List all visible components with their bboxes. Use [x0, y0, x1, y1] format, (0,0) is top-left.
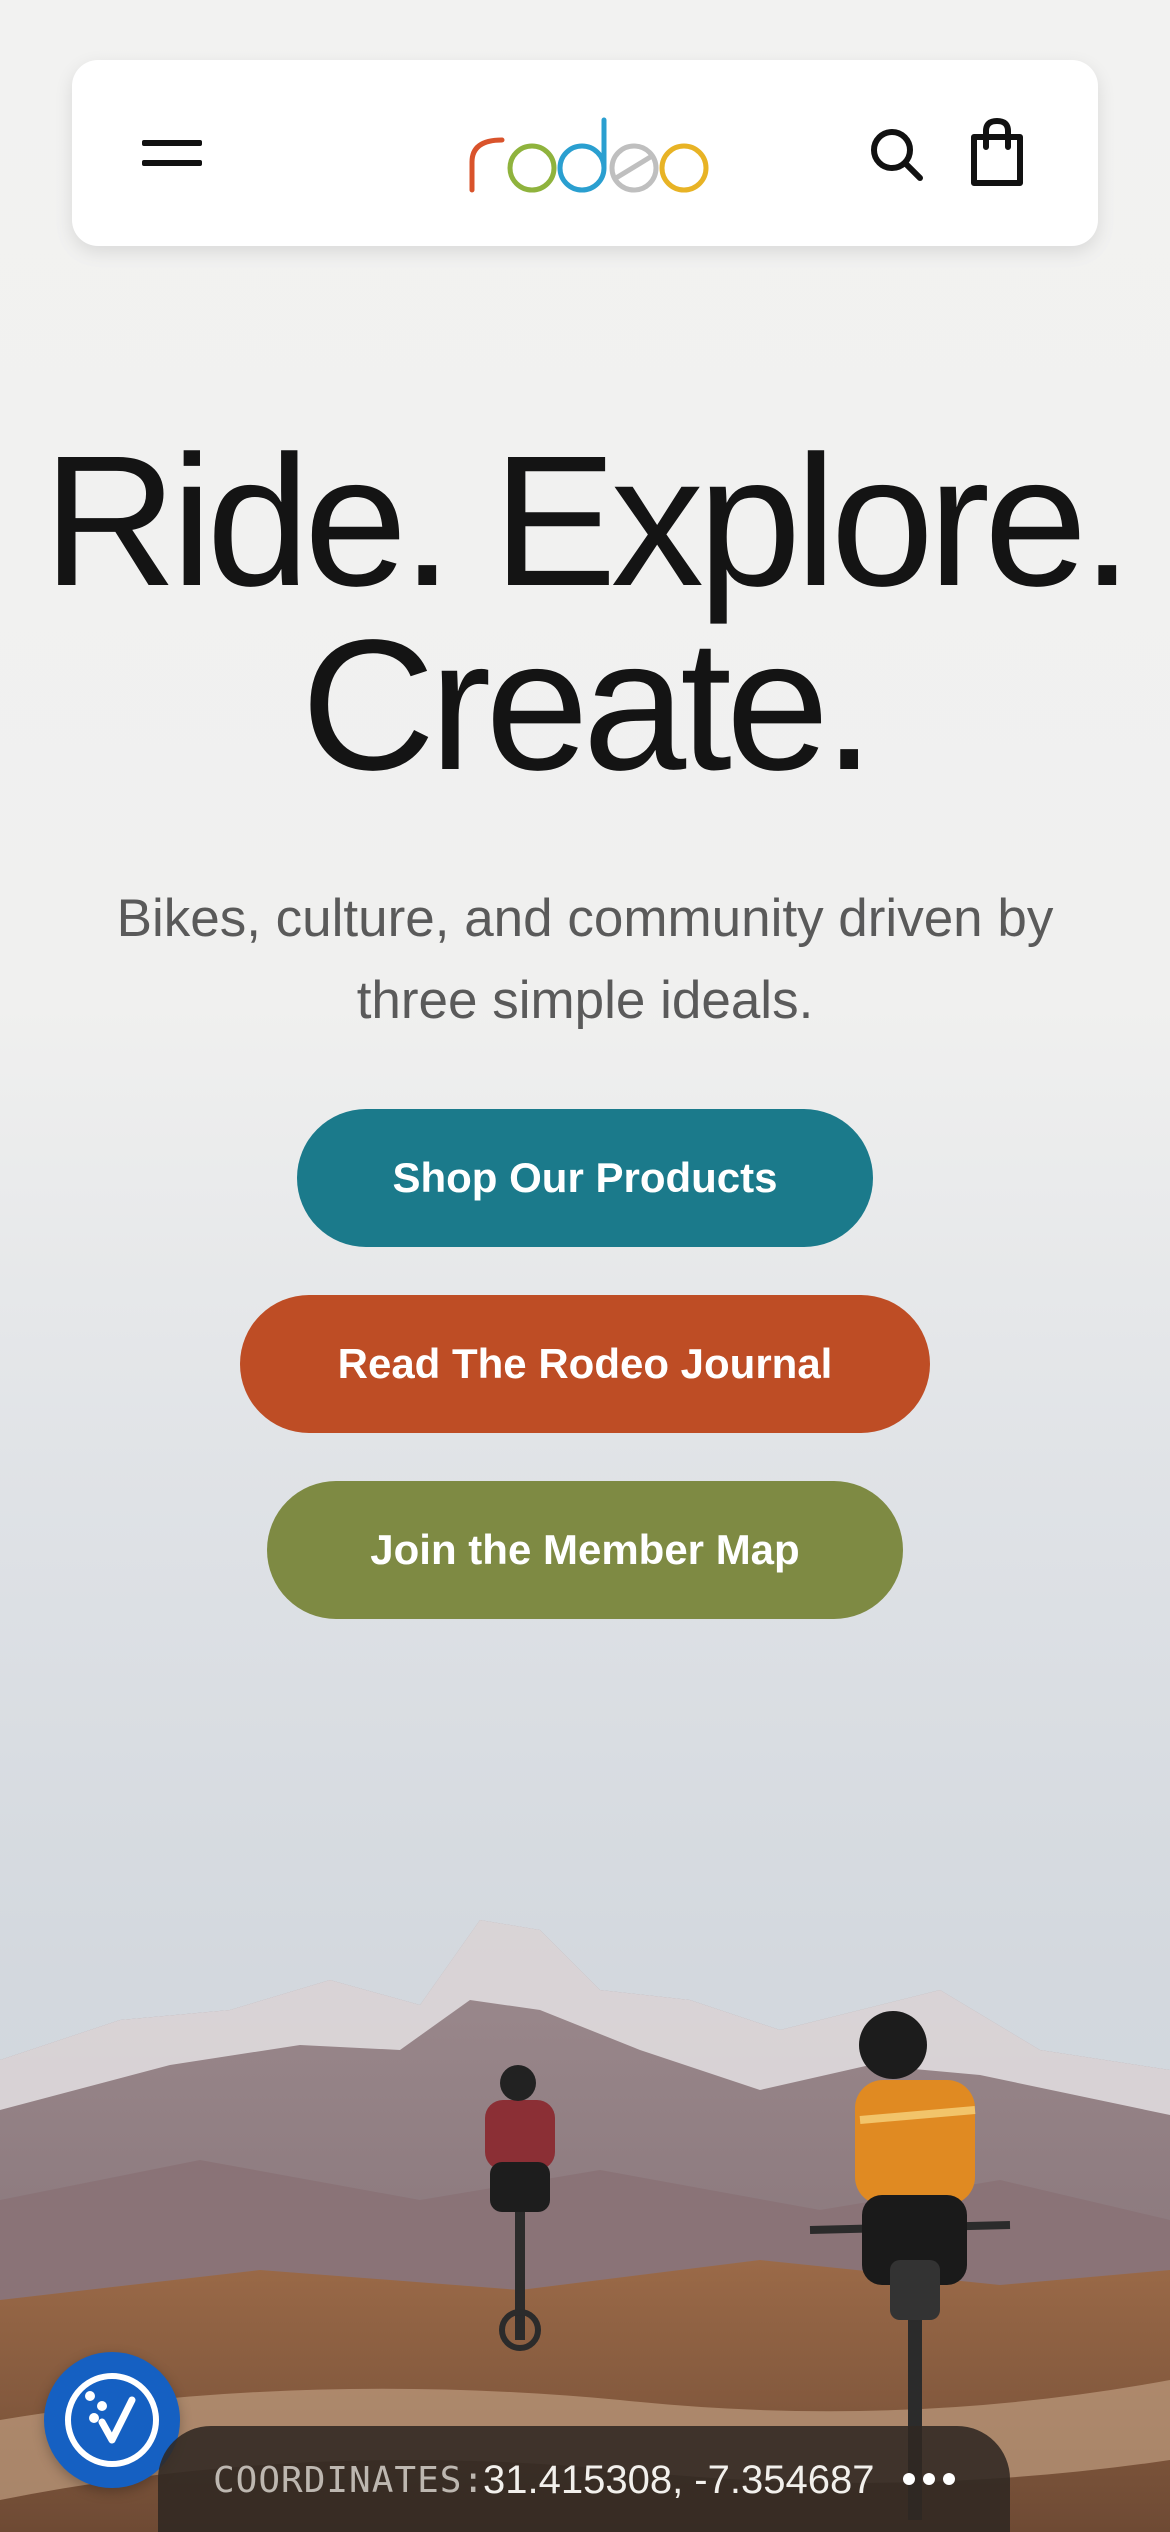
- hero-title-line-2: Create.: [301, 602, 875, 809]
- coordinates-bar: COORDINATES: 31.415308, -7.354687: [158, 2426, 1010, 2532]
- more-dots-icon[interactable]: [894, 2454, 964, 2504]
- shop-products-button[interactable]: Shop Our Products: [297, 1109, 873, 1247]
- hamburger-menu-icon[interactable]: [142, 120, 222, 186]
- shopping-bag-icon[interactable]: [962, 115, 1032, 190]
- read-journal-button[interactable]: Read The Rodeo Journal: [240, 1295, 930, 1433]
- search-icon[interactable]: [862, 120, 932, 190]
- member-map-button[interactable]: Join the Member Map: [267, 1481, 903, 1619]
- hero-subtitle: Bikes, culture, and community driven by …: [116, 889, 1054, 1030]
- hero-title-line-1: Ride. Explore.: [42, 418, 1133, 625]
- site-header: [72, 60, 1098, 246]
- coordinates-value: 31.415308, -7.354687: [483, 2458, 875, 2502]
- coordinates-label: COORDINATES:: [213, 2460, 486, 2501]
- hero-title: Ride. Explore. Create.: [0, 429, 1170, 799]
- rodeo-logo[interactable]: [462, 110, 712, 200]
